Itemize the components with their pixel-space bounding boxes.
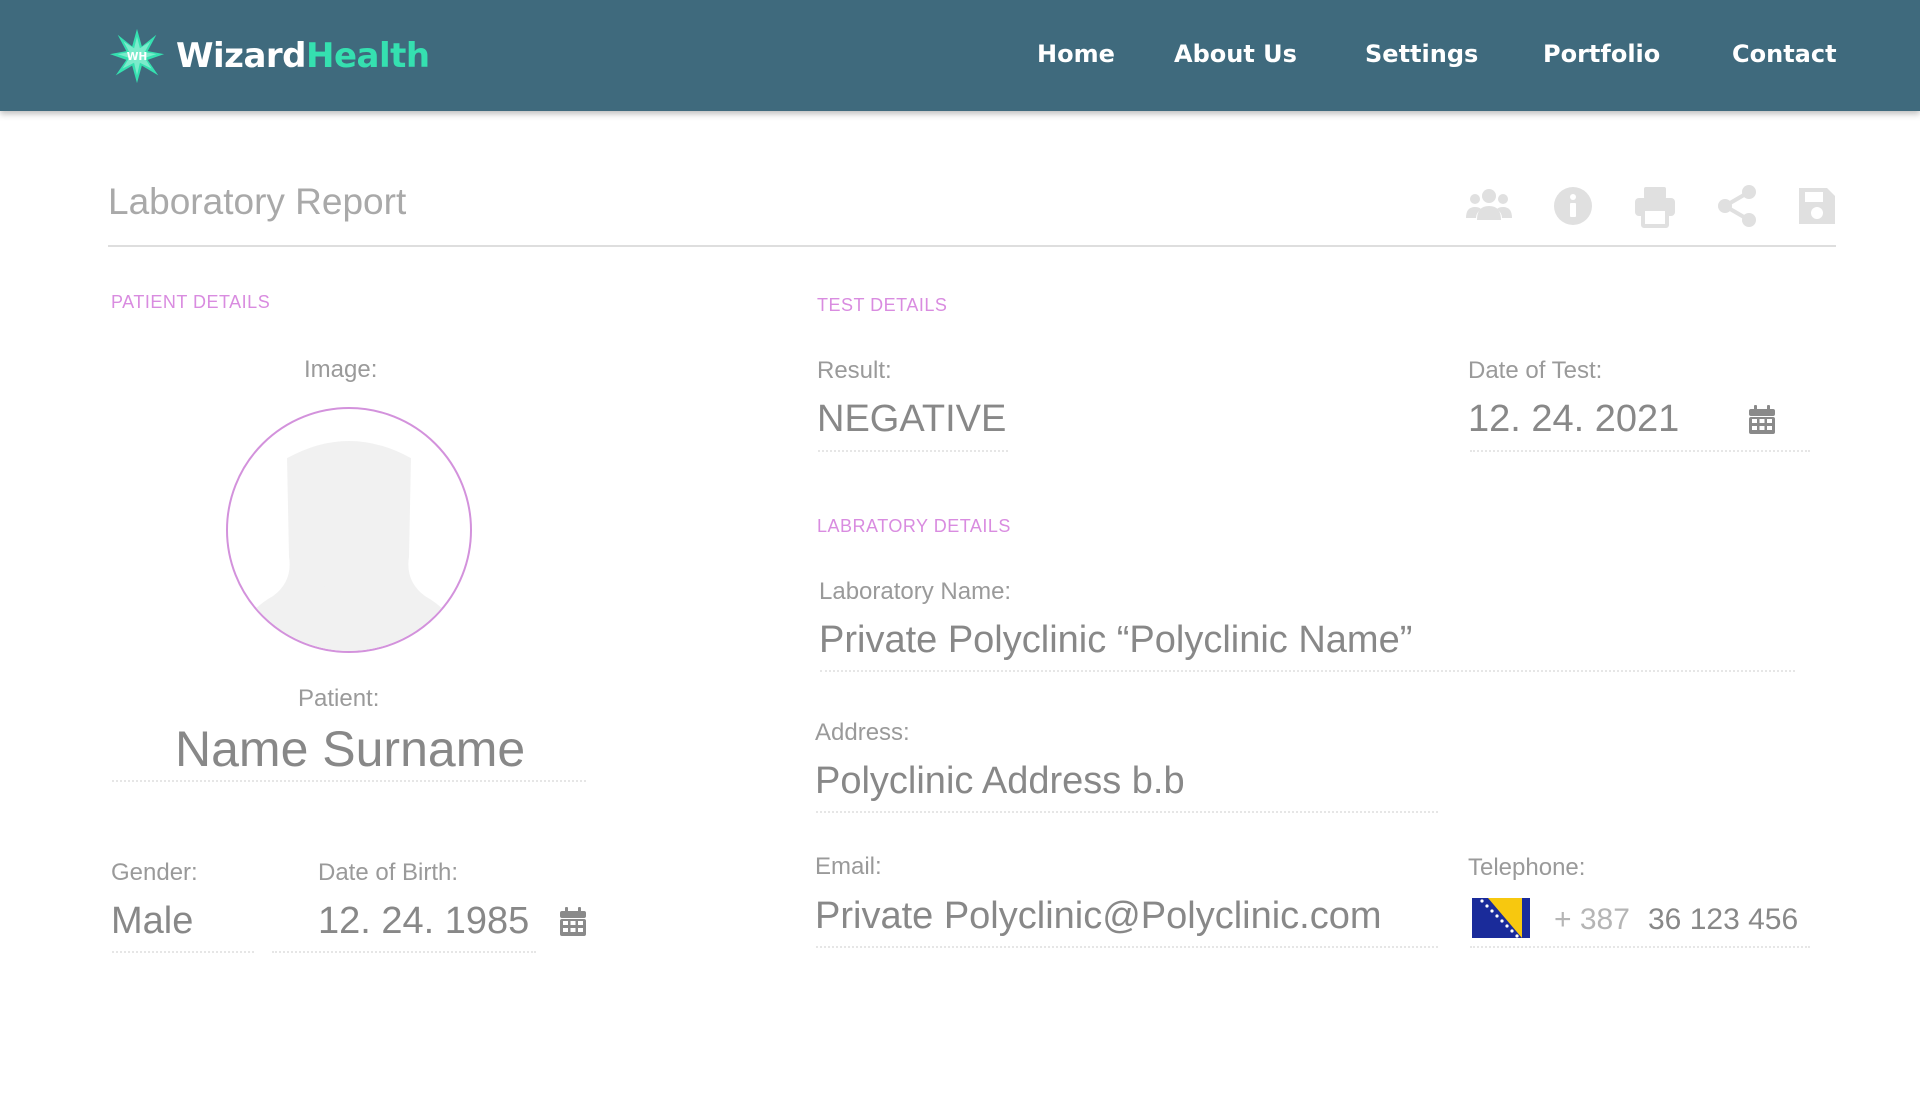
title-divider bbox=[108, 245, 1836, 247]
email-label: Email: bbox=[815, 853, 882, 880]
address-label: Address: bbox=[815, 719, 910, 746]
laboratory-details-label: LABRATORY DETAILS bbox=[817, 516, 1011, 536]
nav-home[interactable]: Home bbox=[1037, 40, 1115, 68]
dial-code: + 387 bbox=[1554, 903, 1630, 936]
image-label: Image: bbox=[304, 356, 378, 383]
patient-name-underline bbox=[112, 780, 586, 782]
page-title: Laboratory Report bbox=[108, 181, 407, 222]
dob-label: Date of Birth: bbox=[318, 859, 459, 886]
users-icon[interactable] bbox=[1465, 184, 1513, 228]
result-label: Result: bbox=[817, 357, 892, 384]
email-value[interactable]: Private Polyclinic@Polyclinic.com bbox=[815, 895, 1382, 938]
dob-value[interactable]: 12. 24. 1985 bbox=[318, 900, 529, 943]
print-icon[interactable] bbox=[1631, 184, 1679, 228]
address-underline bbox=[816, 811, 1438, 813]
lab-name-value[interactable]: Private Polyclinic “Polyclinic Name” bbox=[819, 619, 1412, 662]
logo[interactable]: WH WizardHealth bbox=[108, 26, 430, 86]
test-date-label: Date of Test: bbox=[1468, 357, 1603, 384]
test-details-label: TEST DETAILS bbox=[817, 295, 948, 315]
email-underline bbox=[816, 946, 1438, 948]
nav-settings[interactable]: Settings bbox=[1365, 40, 1478, 68]
address-value[interactable]: Polyclinic Address b.b bbox=[815, 760, 1185, 803]
test-date-calendar-icon[interactable] bbox=[1748, 405, 1776, 435]
patient-label: Patient: bbox=[298, 685, 380, 712]
dob-calendar-icon[interactable] bbox=[559, 907, 587, 937]
patient-details-label: PATIENT DETAILS bbox=[111, 292, 271, 312]
avatar-placeholder-icon bbox=[228, 440, 470, 651]
top-navbar: WH WizardHealth Home About Us Settings P… bbox=[0, 0, 1920, 111]
logo-star-icon: WH bbox=[109, 28, 165, 84]
test-date-value[interactable]: 12. 24. 2021 bbox=[1468, 398, 1679, 441]
dob-underline bbox=[272, 951, 536, 953]
telephone-value[interactable]: 36 123 456 bbox=[1648, 903, 1798, 937]
test-date-underline bbox=[1470, 450, 1810, 452]
patient-name[interactable]: Name Surname bbox=[175, 720, 525, 778]
logo-wordmark: WizardHealth bbox=[176, 36, 430, 76]
lab-name-label: Laboratory Name: bbox=[819, 578, 1012, 605]
save-icon[interactable] bbox=[1793, 184, 1841, 228]
share-icon[interactable] bbox=[1713, 184, 1761, 228]
info-icon[interactable] bbox=[1549, 184, 1597, 228]
gender-underline bbox=[112, 951, 254, 953]
nav-about-us[interactable]: About Us bbox=[1174, 40, 1297, 68]
result-value[interactable]: NEGATIVE bbox=[817, 398, 1006, 441]
telephone-label: Telephone: bbox=[1468, 854, 1586, 881]
gender-label: Gender: bbox=[111, 859, 198, 886]
patient-avatar[interactable] bbox=[226, 407, 472, 653]
nav-contact[interactable]: Contact bbox=[1732, 40, 1837, 68]
result-underline bbox=[818, 450, 1008, 452]
bosnia-herzegovina-flag-icon[interactable] bbox=[1472, 898, 1530, 938]
nav-portfolio[interactable]: Portfolio bbox=[1543, 40, 1660, 68]
telephone-underline bbox=[1470, 946, 1810, 948]
svg-text:WH: WH bbox=[127, 50, 148, 63]
gender-value[interactable]: Male bbox=[111, 900, 193, 943]
lab-name-underline bbox=[820, 670, 1795, 672]
